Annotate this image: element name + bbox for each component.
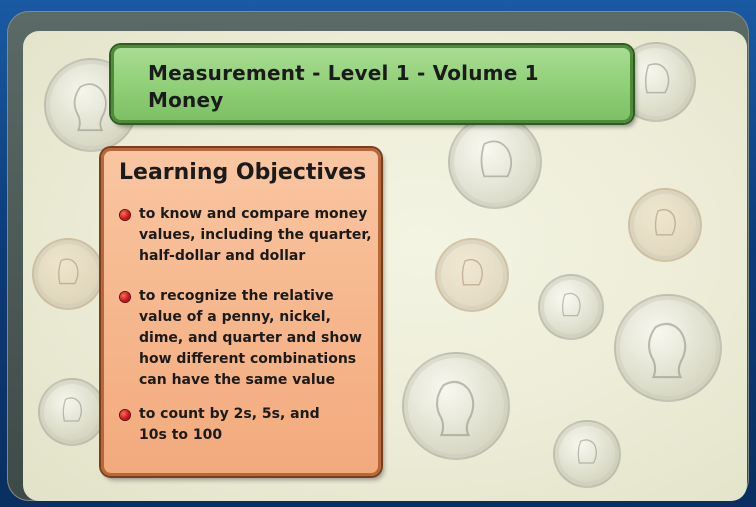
objective-line: how different combinations bbox=[139, 351, 357, 367]
dime-coin-image bbox=[538, 274, 604, 340]
learning-objectives-panel: Learning Objectives to know and compare … bbox=[101, 148, 381, 476]
quarter-coin-image bbox=[614, 294, 722, 402]
title-line-2: Money bbox=[148, 88, 224, 112]
objective-line: to recognize the relative bbox=[139, 288, 334, 304]
objective-line: can have the same value bbox=[139, 372, 336, 388]
objectives-heading: Learning Objectives bbox=[119, 160, 367, 185]
objective-line: 10s to 100 bbox=[139, 427, 223, 443]
bullet-icon bbox=[120, 292, 130, 302]
app-frame: Measurement - Level 1 - Volume 1 Money L… bbox=[0, 0, 756, 507]
nickel-coin-image bbox=[448, 115, 542, 209]
penny-coin-image bbox=[32, 238, 104, 310]
objective-line: to count by 2s, 5s, and bbox=[139, 406, 320, 422]
penny-coin-image bbox=[435, 238, 509, 312]
penny-coin-image bbox=[628, 188, 702, 262]
objective-item-3: to count by 2s, 5s, and 10s to 100 bbox=[139, 404, 374, 446]
title-line-1: Measurement - Level 1 - Volume 1 bbox=[148, 61, 539, 85]
objective-item-2: to recognize the relative value of a pen… bbox=[139, 286, 374, 391]
bullet-icon bbox=[120, 410, 130, 420]
bullet-icon bbox=[120, 210, 130, 220]
objective-line: value of a penny, nickel, bbox=[139, 309, 331, 325]
dime-coin-image bbox=[38, 378, 106, 446]
title-banner: Measurement - Level 1 - Volume 1 Money bbox=[111, 45, 633, 123]
objective-line: values, including the quarter, bbox=[139, 227, 372, 243]
objective-line: to know and compare money bbox=[139, 206, 368, 222]
dime-coin-image bbox=[553, 420, 621, 488]
objective-line: dime, and quarter and show bbox=[139, 330, 362, 346]
objective-item-1: to know and compare money values, includ… bbox=[139, 204, 374, 267]
quarter-coin-image bbox=[402, 352, 510, 460]
objective-line: half-dollar and dollar bbox=[139, 248, 306, 264]
